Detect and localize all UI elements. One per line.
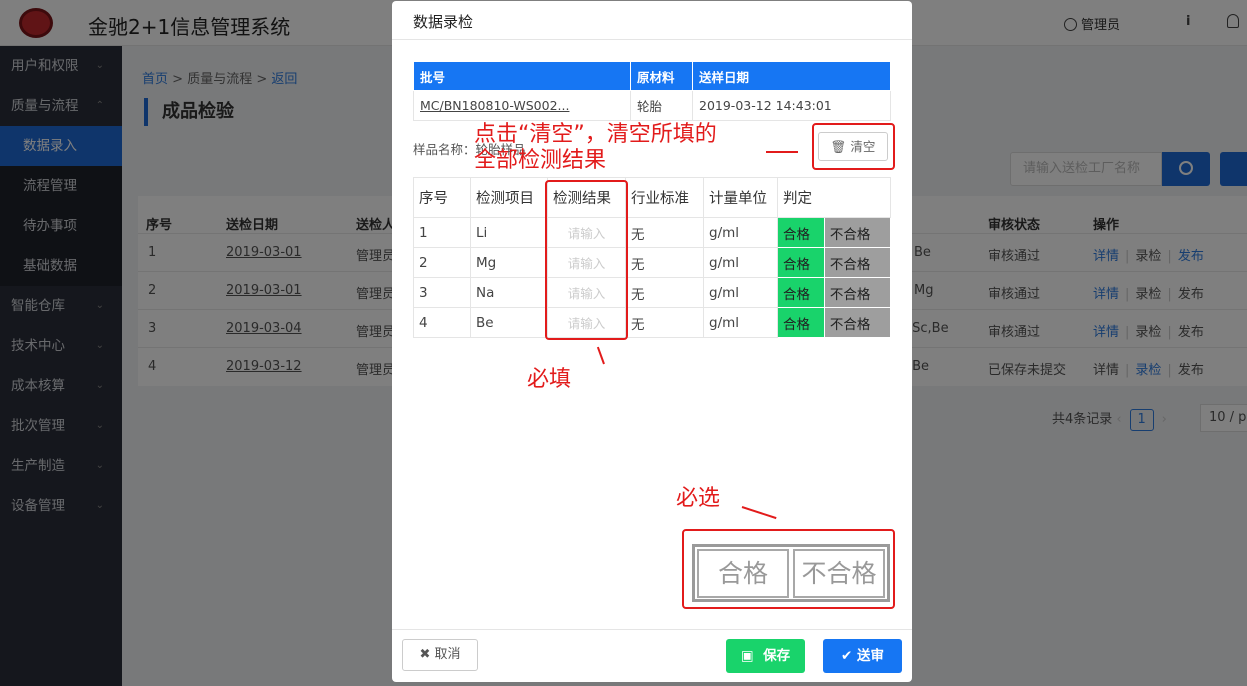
pass-button[interactable]: 合格	[777, 307, 825, 338]
annotation-arrow	[766, 151, 798, 153]
test-cell: 2	[413, 247, 471, 278]
test-cell: Mg	[470, 247, 548, 278]
test-results-table: 序号 检测项目 检测结果 行业标准 计量单位 判定 1 Li 请输入 无 g/m…	[413, 177, 892, 338]
annotation-clear-highlight	[812, 123, 895, 170]
pass-button[interactable]: 合格	[777, 247, 825, 278]
test-header: 计量单位	[703, 177, 778, 218]
test-cell: g/ml	[703, 247, 778, 278]
test-header: 行业标准	[625, 177, 704, 218]
material-cell: 轮胎	[630, 90, 693, 121]
info-header: 原材料	[630, 61, 693, 91]
sample-info-table: 批号 原材料 送样日期 MC/BN180810-WS002... 轮胎 2019…	[413, 61, 891, 121]
annotation-required: 必填	[527, 367, 572, 392]
annotation-result-highlight	[545, 180, 628, 340]
fail-button[interactable]: 不合格	[823, 307, 892, 338]
fail-button[interactable]: 不合格	[823, 217, 892, 248]
batch-number-link[interactable]: MC/BN180810-WS002...	[413, 90, 631, 121]
test-cell: 3	[413, 277, 471, 308]
test-cell: 无	[625, 277, 704, 308]
test-header: 检测项目	[470, 177, 548, 218]
submit-button[interactable]: ✔ 送审	[823, 639, 902, 673]
close-icon: ✖	[419, 647, 431, 662]
test-cell: 4	[413, 307, 471, 338]
test-cell: 1	[413, 217, 471, 248]
fail-button[interactable]: 不合格	[823, 247, 892, 278]
test-cell: g/ml	[703, 307, 778, 338]
test-cell: g/ml	[703, 217, 778, 248]
test-cell: 无	[625, 307, 704, 338]
test-cell: 无	[625, 217, 704, 248]
save-icon: ▣	[740, 648, 754, 664]
test-cell: Na	[470, 277, 548, 308]
pass-button[interactable]: 合格	[777, 277, 825, 308]
test-cell: 无	[625, 247, 704, 278]
test-cell: Li	[470, 217, 548, 248]
annotation-judge-highlight	[682, 529, 895, 609]
annotation-clear-note: 点击“清空”，清空所填的 全部检测结果	[474, 122, 717, 173]
cancel-button[interactable]: ✖ 取消	[402, 639, 478, 671]
fail-button[interactable]: 不合格	[823, 277, 892, 308]
test-header: 判定	[777, 177, 891, 218]
date-cell: 2019-03-12 14:43:01	[692, 90, 891, 121]
pass-button[interactable]: 合格	[777, 217, 825, 248]
modal-title: 数据录检	[413, 13, 474, 31]
test-cell: g/ml	[703, 277, 778, 308]
test-cell: Be	[470, 307, 548, 338]
annotation-must-select: 必选	[676, 486, 721, 511]
save-button[interactable]: ▣ 保存	[726, 639, 805, 673]
test-header: 序号	[413, 177, 471, 218]
info-header: 批号	[413, 61, 631, 91]
info-header: 送样日期	[692, 61, 891, 91]
check-icon: ✔	[840, 648, 853, 664]
